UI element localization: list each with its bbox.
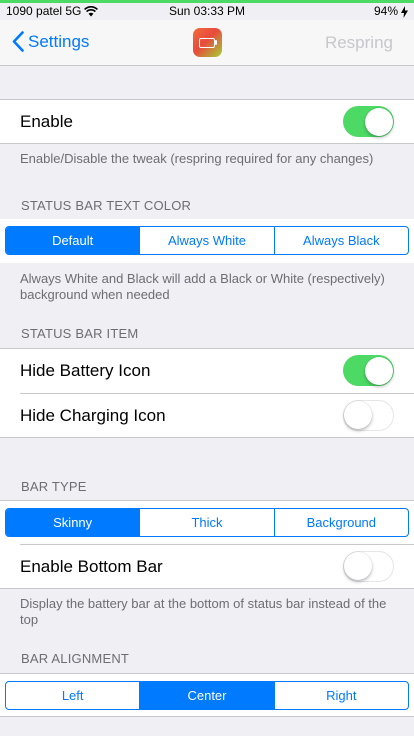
segment-right[interactable]: Right: [273, 682, 408, 709]
bar-type-footer: Display the battery bar at the bottom of…: [20, 596, 387, 627]
hide-charging-toggle[interactable]: [343, 400, 394, 431]
enable-footer: Enable/Disable the tweak (respring requi…: [20, 151, 374, 166]
hide-charging-cell: Hide Charging Icon: [0, 394, 414, 438]
segment-always-white[interactable]: Always White: [139, 227, 273, 254]
navigation-bar: Settings Respring: [0, 20, 414, 66]
enable-cell: Enable: [0, 100, 414, 144]
enable-label: Enable: [20, 112, 73, 131]
clock: Sun 03:33 PM: [168, 4, 246, 18]
segment-background[interactable]: Background: [273, 509, 408, 536]
status-bar: 1090 patel 5G Sun 03:33 PM 94%: [0, 3, 414, 20]
segment-always-black[interactable]: Always Black: [273, 227, 408, 254]
bottom-bar-toggle[interactable]: [343, 551, 394, 582]
respring-button[interactable]: Respring: [325, 33, 393, 53]
text-color-footer: Always White and Black will add a Black …: [20, 271, 385, 302]
segment-thick[interactable]: Thick: [139, 509, 273, 536]
hide-battery-cell: Hide Battery Icon: [0, 349, 414, 393]
bar-type-header: BAR TYPE: [21, 479, 87, 494]
back-button[interactable]: Settings: [12, 31, 89, 52]
hide-charging-label: Hide Charging Icon: [20, 406, 166, 425]
bottom-bar-label: Enable Bottom Bar: [20, 557, 163, 576]
battery-percent: 94%: [373, 4, 398, 18]
segment-skinny[interactable]: Skinny: [6, 509, 140, 536]
hide-battery-toggle[interactable]: [343, 355, 394, 386]
bottom-bar-cell: Enable Bottom Bar: [0, 545, 414, 589]
alignment-segmented-control: Left Center Right: [5, 681, 409, 710]
item-header: STATUS BAR ITEM: [21, 326, 139, 341]
bar-type-group: Skinny Thick Background Enable Bottom Ba…: [0, 500, 414, 589]
segment-center[interactable]: Center: [139, 682, 274, 709]
bolt-icon: [401, 5, 408, 18]
item-group: Hide Battery Icon Hide Charging Icon: [0, 348, 414, 438]
chevron-left-icon: [12, 31, 24, 52]
enable-toggle[interactable]: [343, 106, 394, 137]
back-button-label: Settings: [28, 31, 90, 51]
battery-app-icon: [193, 28, 222, 57]
hide-battery-label: Hide Battery Icon: [20, 361, 151, 380]
segment-default[interactable]: Default: [6, 227, 140, 254]
alignment-header: BAR ALIGNMENT: [21, 651, 130, 666]
text-color-group: Default Always White Always Black: [0, 219, 414, 263]
alignment-group: Left Center Right: [0, 673, 414, 717]
enable-group: Enable: [0, 99, 414, 144]
bar-type-segmented-control: Skinny Thick Background: [5, 508, 409, 537]
text-color-segmented-control: Default Always White Always Black: [5, 226, 409, 255]
text-color-header: STATUS BAR TEXT COLOR: [21, 198, 192, 213]
segment-left[interactable]: Left: [6, 682, 139, 709]
